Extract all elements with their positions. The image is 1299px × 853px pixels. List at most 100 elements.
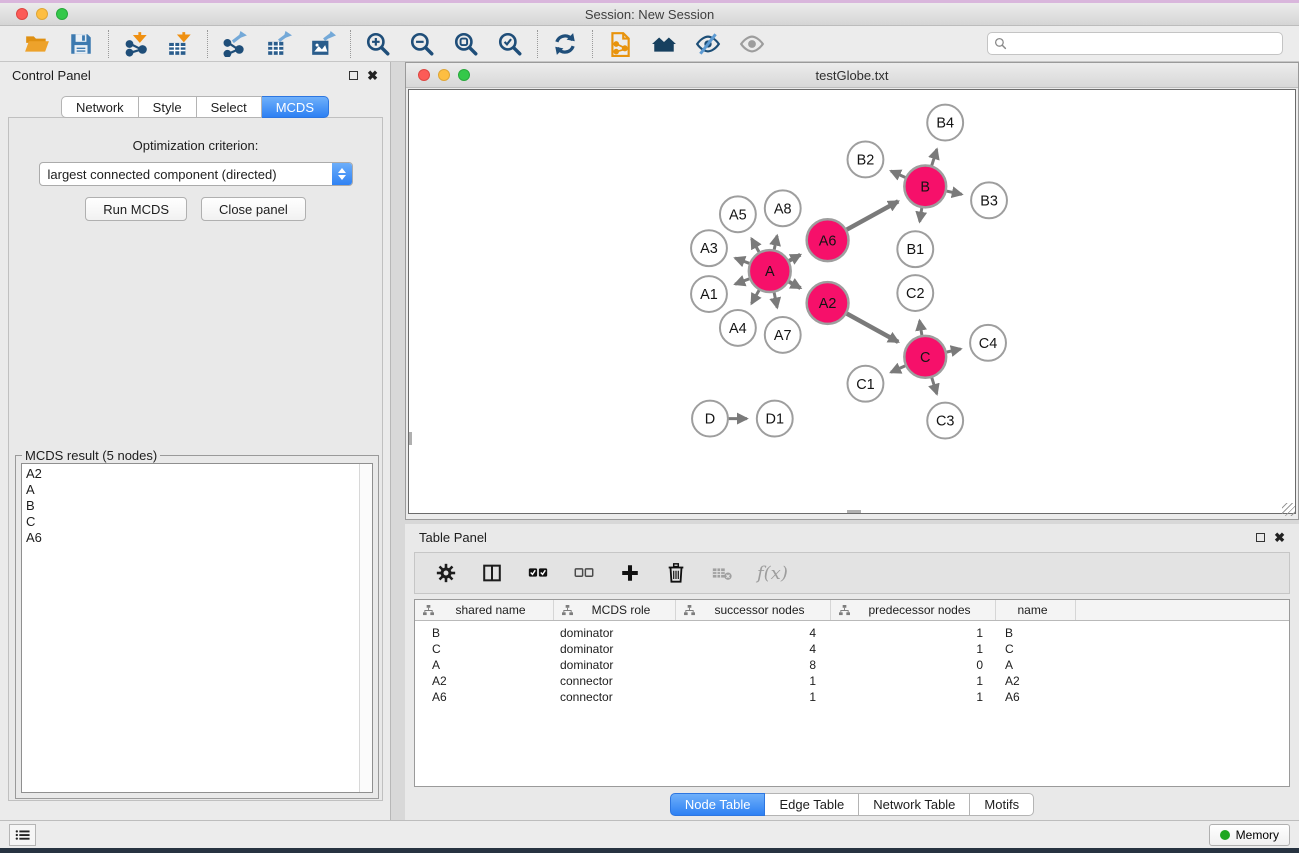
delete-table-button[interactable] xyxy=(711,562,733,584)
tab-mcds[interactable]: MCDS xyxy=(262,96,329,118)
tab-edge-table[interactable]: Edge Table xyxy=(765,793,859,816)
search-box[interactable] xyxy=(987,32,1283,55)
column-header-predecessor-nodes[interactable]: predecessor nodes xyxy=(831,600,996,620)
tab-style[interactable]: Style xyxy=(139,96,197,118)
export-table-button[interactable] xyxy=(264,30,294,58)
function-builder-button[interactable]: f(x) xyxy=(757,563,788,584)
refresh-button[interactable] xyxy=(550,30,580,58)
network-zoom-button[interactable] xyxy=(458,69,470,81)
close-window-button[interactable] xyxy=(16,8,28,20)
zoom-fit-button[interactable] xyxy=(451,30,481,58)
table-cell[interactable]: A6 xyxy=(996,690,1076,704)
table-cell[interactable]: 1 xyxy=(831,674,996,688)
table-cell[interactable]: A6 xyxy=(415,690,554,704)
graph-node-A6[interactable]: A6 xyxy=(807,219,849,261)
import-table-button[interactable] xyxy=(165,30,195,58)
table-row[interactable]: Adominator80A xyxy=(415,657,1289,673)
table-cell[interactable]: connector xyxy=(554,674,676,688)
graph-node-C4[interactable]: C4 xyxy=(970,325,1006,361)
table-cell[interactable]: dominator xyxy=(554,626,676,640)
table-cell[interactable]: A2 xyxy=(996,674,1076,688)
network-minimize-button[interactable] xyxy=(438,69,450,81)
table-row[interactable]: Bdominator41B xyxy=(415,625,1289,641)
graph-node-B1[interactable]: B1 xyxy=(897,231,933,267)
graph-node-A1[interactable]: A1 xyxy=(691,276,727,312)
task-history-button[interactable] xyxy=(9,824,36,846)
show-all-button[interactable] xyxy=(737,30,767,58)
mcds-result-item[interactable]: C xyxy=(26,514,355,530)
select-all-columns-button[interactable] xyxy=(527,562,549,584)
tab-motifs[interactable]: Motifs xyxy=(970,793,1034,816)
canvas-vertical-scroll-thumb[interactable] xyxy=(409,432,412,445)
import-network-button[interactable] xyxy=(121,30,151,58)
search-input[interactable] xyxy=(1012,37,1276,51)
graph-edge-A-A8[interactable] xyxy=(774,236,777,252)
mcds-result-list[interactable]: A2ABCA6 xyxy=(22,464,359,792)
result-scrollbar[interactable] xyxy=(359,464,372,792)
table-cell[interactable]: 4 xyxy=(676,642,831,656)
graph-edge-A-A4[interactable] xyxy=(752,288,760,303)
network-graph[interactable]: B4B2BB3A5A8A6A3B1AA1C2A2A4A7C4CC1C3DD1 xyxy=(409,90,1295,513)
open-session-button[interactable] xyxy=(22,30,52,58)
optimization-criterion-dropdown[interactable]: largest connected component (directed) xyxy=(39,162,353,186)
graph-node-C1[interactable]: C1 xyxy=(848,366,884,402)
minimize-window-button[interactable] xyxy=(36,8,48,20)
table-cell[interactable]: C xyxy=(996,642,1076,656)
graph-edge-A-A3[interactable] xyxy=(735,258,751,264)
graph-edge-B-B2[interactable] xyxy=(891,171,907,178)
table-cell[interactable]: connector xyxy=(554,690,676,704)
graph-edge-C-C1[interactable] xyxy=(891,365,907,372)
graph-node-C[interactable]: C xyxy=(904,336,946,378)
canvas-horizontal-scroll-thumb[interactable] xyxy=(847,510,861,513)
graph-node-B3[interactable]: B3 xyxy=(971,182,1007,218)
run-mcds-button[interactable]: Run MCDS xyxy=(85,197,187,221)
graph-node-B[interactable]: B xyxy=(904,165,946,207)
export-network-button[interactable] xyxy=(220,30,250,58)
graph-node-A[interactable]: A xyxy=(749,250,791,292)
tab-network-table[interactable]: Network Table xyxy=(859,793,970,816)
graph-node-A5[interactable]: A5 xyxy=(720,196,756,232)
network-close-button[interactable] xyxy=(418,69,430,81)
graph-edge-B-B3[interactable] xyxy=(945,191,962,195)
graph-edge-C-C3[interactable] xyxy=(931,376,937,394)
new-network-from-selection-button[interactable] xyxy=(605,30,635,58)
graph-node-A4[interactable]: A4 xyxy=(720,310,756,346)
tab-network[interactable]: Network xyxy=(61,96,139,118)
memory-button[interactable]: Memory xyxy=(1209,824,1290,846)
graph-edge-B-B4[interactable] xyxy=(931,149,937,167)
graph-edge-A-A7[interactable] xyxy=(774,291,777,308)
graph-node-B4[interactable]: B4 xyxy=(927,105,963,141)
column-header-shared-name[interactable]: shared name xyxy=(415,600,554,620)
column-header-successor-nodes[interactable]: successor nodes xyxy=(676,600,831,620)
mcds-result-item[interactable]: A xyxy=(26,482,355,498)
graph-node-A8[interactable]: A8 xyxy=(765,190,801,226)
graph-node-A3[interactable]: A3 xyxy=(691,230,727,266)
table-cell[interactable]: 1 xyxy=(831,626,996,640)
save-session-button[interactable] xyxy=(66,30,96,58)
table-cell[interactable]: dominator xyxy=(554,658,676,672)
graph-node-C2[interactable]: C2 xyxy=(897,275,933,311)
zoom-in-button[interactable] xyxy=(363,30,393,58)
table-cell[interactable]: 1 xyxy=(831,642,996,656)
table-row[interactable]: Cdominator41C xyxy=(415,641,1289,657)
mcds-result-item[interactable]: B xyxy=(26,498,355,514)
graph-node-A2[interactable]: A2 xyxy=(807,282,849,324)
graph-edge-A6-B[interactable] xyxy=(845,201,898,230)
graph-node-A7[interactable]: A7 xyxy=(765,317,801,353)
table-options-button[interactable] xyxy=(435,562,457,584)
window-resize-grip[interactable] xyxy=(1282,503,1295,516)
table-cell[interactable]: 8 xyxy=(676,658,831,672)
mcds-result-item[interactable]: A2 xyxy=(26,466,355,482)
graph-edge-A2-C[interactable] xyxy=(845,313,898,342)
table-cell[interactable]: 1 xyxy=(676,674,831,688)
graph-edge-A-A1[interactable] xyxy=(735,278,751,284)
unselect-all-columns-button[interactable] xyxy=(573,562,595,584)
table-cell[interactable]: 0 xyxy=(831,658,996,672)
table-row[interactable]: A2connector11A2 xyxy=(415,673,1289,689)
show-columns-button[interactable] xyxy=(481,562,503,584)
first-neighbors-button[interactable] xyxy=(649,30,679,58)
graph-edge-C-C2[interactable] xyxy=(920,321,923,338)
table-cell[interactable]: 1 xyxy=(831,690,996,704)
tab-node-table[interactable]: Node Table xyxy=(670,793,766,816)
column-header-name[interactable]: name xyxy=(996,600,1076,620)
